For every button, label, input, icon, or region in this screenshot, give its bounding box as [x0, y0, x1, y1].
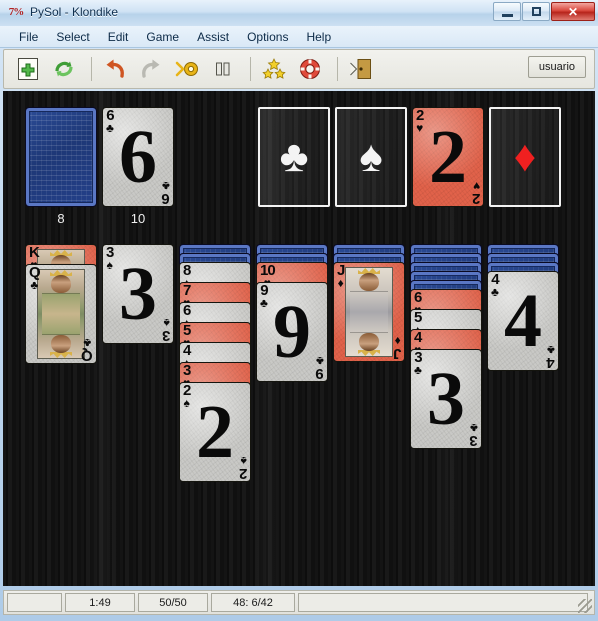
card-big-rank: 2: [196, 390, 234, 474]
close-icon: ✕: [567, 4, 579, 19]
foundation-diamonds[interactable]: ♦: [489, 107, 561, 207]
card-big-rank: 9: [273, 290, 311, 374]
status-bar: 1:49 50/50 48: 6/42: [3, 590, 595, 615]
suit-pip-clubs: ♣: [83, 336, 92, 351]
suit-pip-clubs: ♣: [279, 132, 309, 181]
toolbar: usuario: [3, 49, 595, 89]
window-title: PySol - Klondike: [30, 5, 119, 19]
portrait-head: [359, 333, 379, 351]
tableau-column-1-card[interactable]: Q ♣ Q ♣: [25, 264, 97, 364]
close-button[interactable]: ✕: [551, 2, 595, 21]
pause-button[interactable]: [207, 53, 239, 85]
foundation-clubs[interactable]: ♣: [258, 107, 330, 207]
help-button[interactable]: [294, 53, 326, 85]
card-index-br: J ♦: [394, 334, 401, 361]
tableau-column-6-card[interactable]: 3 ♣ 3 ♣ 3: [410, 349, 482, 449]
new-game-button[interactable]: [12, 53, 44, 85]
redo-arrow-icon: [142, 59, 160, 78]
minimize-button[interactable]: [493, 2, 521, 21]
redo-button[interactable]: [135, 53, 167, 85]
title-bar-left: 7% PySol - Klondike: [8, 4, 118, 20]
stock-count-label: 8: [57, 211, 65, 226]
autodrop-button[interactable]: [171, 53, 203, 85]
suit-pip-spades: ♠: [359, 132, 383, 181]
restart-recycle-icon: [55, 61, 73, 77]
exit-door-icon: [350, 59, 371, 79]
tableau-column-3-card[interactable]: 2 ♠ 2 ♠ 2: [179, 382, 251, 482]
queen-artwork: [37, 269, 85, 359]
card-index-tl: J ♦: [337, 263, 345, 290]
portrait-torso: [41, 292, 81, 336]
card-big-rank: 2: [429, 115, 467, 199]
status-moves: 50/50: [138, 593, 208, 612]
autodrop-icon: [175, 61, 198, 77]
user-profile-button[interactable]: usuario: [527, 56, 586, 78]
undo-arrow-icon: [106, 59, 124, 78]
status-spacer: [7, 593, 62, 612]
card-big-rank: 3: [119, 252, 157, 336]
portrait-head: [359, 273, 379, 291]
tableau-column-2-card[interactable]: 3 ♠ 3 ♠ 3: [102, 244, 174, 344]
menu-edit[interactable]: Edit: [99, 28, 138, 46]
portrait-torso: [349, 290, 389, 334]
portrait-head: [51, 335, 71, 353]
tableau-column-5-card[interactable]: J ♦ J ♦: [333, 262, 405, 362]
status-progress: 48: 6/42: [211, 593, 295, 612]
card-big-rank: 4: [504, 279, 542, 363]
toolbar-separator-3: [337, 57, 338, 81]
suit-pip-clubs: ♣: [30, 277, 39, 292]
waste-count-label: 10: [130, 211, 146, 226]
undo-button[interactable]: [99, 53, 131, 85]
card-big-rank: 6: [119, 115, 157, 199]
maximize-button[interactable]: [522, 2, 550, 21]
tableau-column-4-card[interactable]: 9 ♣ 9 ♣ 9: [256, 282, 328, 382]
card-index-br: Q ♣: [82, 336, 93, 363]
minimize-icon: [501, 13, 513, 17]
status-time: 1:49: [65, 593, 135, 612]
toolbar-separator-1: [91, 57, 92, 81]
suit-pip-diamonds: ♦: [394, 334, 401, 349]
lifebuoy-icon: [300, 59, 320, 79]
toolbar-separator-2: [250, 57, 251, 81]
portrait-head: [51, 275, 71, 293]
status-message: [298, 593, 588, 612]
menu-bar: File Select Edit Game Assist Options Hel…: [0, 26, 598, 48]
suit-pip-diamonds: ♦: [337, 275, 344, 290]
foundation-spades[interactable]: ♠: [335, 107, 407, 207]
game-board[interactable]: 86♣6♣610♣♠2♥2♥2♦K♥K♥Q♣Q♣3♠3♠38♠8♠87♥7♥76…: [3, 91, 595, 586]
menu-assist[interactable]: Assist: [188, 28, 238, 46]
menu-options[interactable]: Options: [238, 28, 297, 46]
pause-icon: [216, 62, 230, 76]
maximize-icon: [531, 7, 541, 16]
pysol-window: 7% PySol - Klondike ✕ File Select Edit G…: [0, 0, 598, 621]
title-bar: 7% PySol - Klondike ✕: [0, 0, 598, 27]
stock-pile[interactable]: [25, 107, 97, 207]
menu-file[interactable]: File: [10, 28, 47, 46]
jack-artwork: [345, 267, 393, 357]
menu-select[interactable]: Select: [47, 28, 98, 46]
resize-grip-icon[interactable]: [578, 599, 592, 613]
suit-pip-diamonds: ♦: [513, 132, 537, 181]
quit-button[interactable]: [345, 53, 377, 85]
new-document-plus-icon: [18, 58, 38, 80]
statistics-button[interactable]: [258, 53, 290, 85]
tableau-column-7-card[interactable]: 4 ♣ 4 ♣ 4: [487, 271, 559, 371]
menu-help[interactable]: Help: [297, 28, 340, 46]
card-index-tl: Q ♣: [29, 265, 41, 292]
menu-game[interactable]: Game: [137, 28, 188, 46]
restart-game-button[interactable]: [48, 53, 80, 85]
window-controls: ✕: [492, 2, 595, 22]
pysol-icon: 7%: [8, 6, 25, 18]
waste-pile[interactable]: 6 ♣ 6 ♣ 6: [102, 107, 174, 207]
foundation-hearts[interactable]: 2 ♥ 2 ♥ 2: [412, 107, 484, 207]
stars-icon: [262, 58, 286, 79]
card-big-rank: 3: [427, 357, 465, 441]
